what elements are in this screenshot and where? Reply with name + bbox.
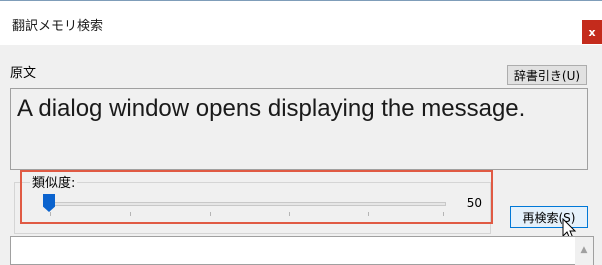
similarity-slider-track[interactable] bbox=[44, 202, 446, 206]
close-icon: x bbox=[588, 25, 596, 39]
highlight-annotation bbox=[20, 170, 493, 224]
source-label: 原文 bbox=[10, 66, 37, 81]
chevron-up-icon[interactable]: ▲ bbox=[575, 245, 593, 255]
search-results-list[interactable]: ▲ bbox=[10, 236, 594, 265]
title-bar[interactable]: 翻訳メモリ検索 bbox=[0, 1, 602, 45]
similarity-label: 類似度: bbox=[30, 176, 78, 192]
dictionary-lookup-button[interactable]: 辞書引き(U) bbox=[507, 65, 587, 85]
slider-tick bbox=[210, 212, 211, 216]
results-scrollbar[interactable]: ▲ bbox=[575, 237, 593, 265]
close-button[interactable]: x bbox=[582, 20, 602, 44]
slider-tick bbox=[289, 212, 290, 216]
slider-tick bbox=[130, 212, 131, 216]
similarity-value: 50 bbox=[466, 196, 482, 210]
slider-tick bbox=[368, 212, 369, 216]
window-title: 翻訳メモリ検索 bbox=[12, 19, 104, 34]
slider-tick bbox=[50, 212, 51, 216]
slider-tick bbox=[443, 212, 444, 216]
source-text: A dialog window opens displaying the mes… bbox=[17, 95, 526, 122]
source-text-box[interactable]: A dialog window opens displaying the mes… bbox=[10, 88, 588, 170]
